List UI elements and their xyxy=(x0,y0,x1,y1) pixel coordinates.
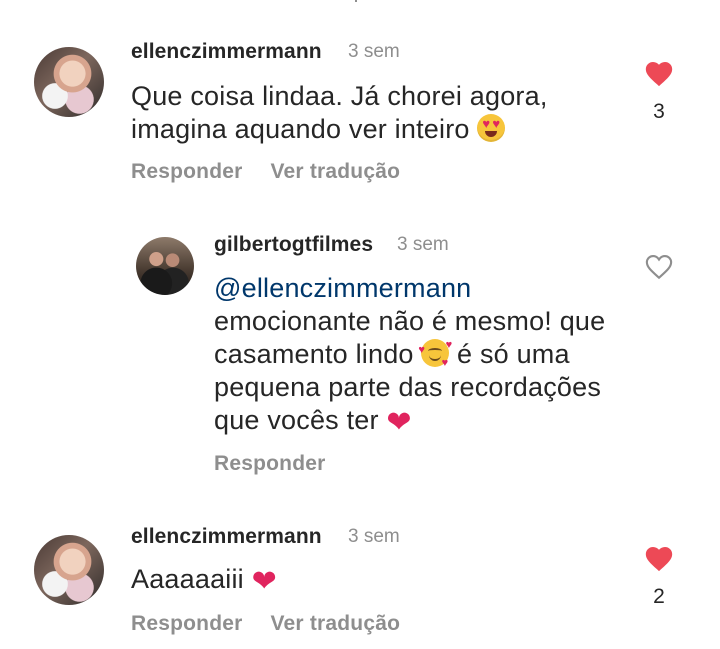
like-count: 2 xyxy=(653,585,665,608)
avatar[interactable] xyxy=(34,535,104,605)
heart-filled-icon xyxy=(645,546,673,572)
comment-actions: Responder Ver tradução xyxy=(131,612,428,636)
like-button[interactable] xyxy=(642,543,676,572)
see-translation-button[interactable]: Ver tradução xyxy=(271,612,401,635)
comment-line: Aaaaaaiii ❤ xyxy=(131,563,277,597)
comment-time: 3 sem xyxy=(348,526,400,547)
red-heart-emoji: ❤ xyxy=(251,565,277,598)
reply-button[interactable]: Responder xyxy=(131,612,243,635)
comment-3: ellenczimmermann 3 sem Aaaaaaiii ❤ Respo… xyxy=(0,0,720,649)
comment-text: Aaaaaaiii ❤ xyxy=(131,563,277,597)
comment-line-text: Aaaaaaiii xyxy=(131,564,244,594)
username[interactable]: ellenczimmermann xyxy=(131,525,322,549)
